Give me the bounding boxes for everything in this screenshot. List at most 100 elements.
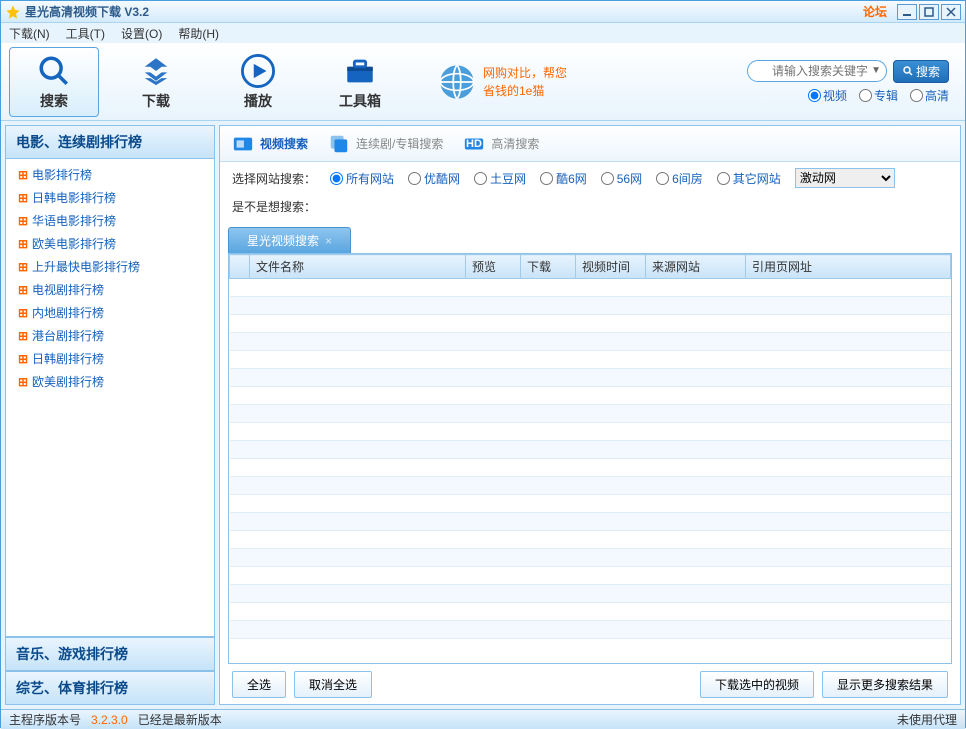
filter-6room[interactable]: 6间房 — [656, 170, 703, 187]
col-download[interactable]: 下载 — [521, 255, 576, 279]
search-button[interactable]: 搜索 — [893, 60, 949, 83]
video-search-icon — [232, 133, 254, 155]
results-tab[interactable]: 星光视频搜索 × — [228, 227, 351, 253]
subtab-series[interactable]: 连续剧/专辑搜索 — [328, 133, 443, 155]
table-row — [230, 279, 951, 297]
table-row — [230, 405, 951, 423]
toolbar-play[interactable]: 播放 — [213, 47, 303, 117]
search-icon — [36, 53, 72, 89]
table-row — [230, 495, 951, 513]
download-selected-button[interactable]: 下载选中的视频 — [700, 671, 814, 698]
search-type-album[interactable]: 专辑 — [859, 87, 898, 104]
filter-other[interactable]: 其它网站 — [717, 170, 781, 187]
col-source[interactable]: 来源网站 — [646, 255, 746, 279]
plus-icon: ⊞ — [18, 214, 28, 228]
sidebar-item[interactable]: ⊞华语电影排行榜 — [6, 209, 214, 232]
filter-tudou[interactable]: 土豆网 — [474, 170, 526, 187]
maximize-button[interactable] — [919, 4, 939, 20]
menu-settings[interactable]: 设置(O) — [121, 25, 162, 42]
sidebar-item[interactable]: ⊞电影排行榜 — [6, 163, 214, 186]
col-preview[interactable]: 预览 — [466, 255, 521, 279]
filter-all[interactable]: 所有网站 — [330, 170, 394, 187]
accordion-header-music[interactable]: 音乐、游戏排行榜 — [5, 637, 215, 671]
hd-search-icon: HD — [463, 133, 485, 155]
chevron-down-icon[interactable]: ▼ — [871, 65, 881, 76]
star-icon — [5, 4, 21, 20]
sidebar-item[interactable]: ⊞内地剧排行榜 — [6, 301, 214, 324]
plus-icon: ⊞ — [18, 329, 28, 343]
col-duration[interactable]: 视频时间 — [576, 255, 646, 279]
sidebar-item[interactable]: ⊞上升最快电影排行榜 — [6, 255, 214, 278]
promo-line2: 省钱的1e猫 — [483, 82, 567, 100]
menu-bar: 下载(N) 工具(T) 设置(O) 帮助(H) — [1, 23, 965, 43]
table-row — [230, 567, 951, 585]
sidebar-item[interactable]: ⊞欧美剧排行榜 — [6, 370, 214, 393]
plus-icon: ⊞ — [18, 352, 28, 366]
promo-line1: 网购对比，帮您 — [483, 64, 567, 82]
globe-icon — [437, 62, 477, 102]
sidebar-item[interactable]: ⊞日韩电影排行榜 — [6, 186, 214, 209]
menu-tools[interactable]: 工具(T) — [66, 25, 105, 42]
col-refpage[interactable]: 引用页网址 — [746, 255, 951, 279]
close-tab-icon[interactable]: × — [325, 234, 332, 248]
filter-row: 选择网站搜索： 所有网站 优酷网 土豆网 酷6网 56网 6间房 其它网站 激动… — [220, 162, 960, 194]
sidebar: 电影、连续剧排行榜 ⊞电影排行榜 ⊞日韩电影排行榜 ⊞华语电影排行榜 ⊞欧美电影… — [5, 125, 215, 705]
table-row — [230, 297, 951, 315]
results-grid: 文件名称 预览 下载 视频时间 来源网站 引用页网址 — [228, 253, 952, 664]
forum-link[interactable]: 论坛 — [863, 3, 887, 20]
table-row — [230, 333, 951, 351]
filter-ku6[interactable]: 酷6网 — [540, 170, 587, 187]
accordion-body-movies: ⊞电影排行榜 ⊞日韩电影排行榜 ⊞华语电影排行榜 ⊞欧美电影排行榜 ⊞上升最快电… — [5, 159, 215, 637]
toolbar-toolbox[interactable]: 工具箱 — [315, 47, 405, 117]
menu-help[interactable]: 帮助(H) — [178, 25, 219, 42]
plus-icon: ⊞ — [18, 306, 28, 320]
sidebar-item[interactable]: ⊞港台剧排行榜 — [6, 324, 214, 347]
search-btn-icon — [902, 65, 914, 77]
sidebar-item[interactable]: ⊞电视剧排行榜 — [6, 278, 214, 301]
search-input[interactable] — [747, 60, 887, 82]
table-row — [230, 459, 951, 477]
toolbar-download[interactable]: 下载 — [111, 47, 201, 117]
search-type-hd[interactable]: 高清 — [910, 87, 949, 104]
results-tab-head: 星光视频搜索 × — [228, 227, 952, 253]
subtab-video[interactable]: 视频搜索 — [232, 133, 308, 155]
menu-download[interactable]: 下载(N) — [9, 25, 50, 42]
table-row — [230, 603, 951, 621]
filter-dropdown[interactable]: 激动网 — [795, 168, 895, 188]
sidebar-item[interactable]: ⊞日韩剧排行榜 — [6, 347, 214, 370]
search-type-video[interactable]: 视频 — [808, 87, 847, 104]
promo-banner[interactable]: 网购对比，帮您 省钱的1e猫 — [437, 62, 567, 102]
status-version-label: 主程序版本号 — [9, 711, 81, 728]
minimize-button[interactable] — [897, 4, 917, 20]
plus-icon: ⊞ — [18, 260, 28, 274]
deselect-all-button[interactable]: 取消全选 — [294, 671, 372, 698]
accordion-header-variety[interactable]: 综艺、体育排行榜 — [5, 671, 215, 705]
col-filename[interactable]: 文件名称 — [250, 255, 466, 279]
search-box: ▼ 搜索 视频 专辑 高清 — [747, 60, 957, 104]
title-bar: 星光高清视频下载 V3.2 论坛 — [1, 1, 965, 23]
filter-label: 选择网站搜索： — [232, 170, 316, 187]
status-version: 3.2.3.0 — [91, 713, 128, 727]
content-panel: 视频搜索 连续剧/专辑搜索 HD 高清搜索 选择网站搜索： 所有网站 优酷网 土… — [219, 125, 961, 705]
subtab-hd[interactable]: HD 高清搜索 — [463, 133, 539, 155]
table-row — [230, 315, 951, 333]
plus-icon: ⊞ — [18, 375, 28, 389]
sidebar-item[interactable]: ⊞欧美电影排行榜 — [6, 232, 214, 255]
play-icon — [240, 53, 276, 89]
status-proxy: 未使用代理 — [897, 711, 957, 728]
close-button[interactable] — [941, 4, 961, 20]
accordion-header-movies[interactable]: 电影、连续剧排行榜 — [5, 125, 215, 159]
sub-tabs: 视频搜索 连续剧/专辑搜索 HD 高清搜索 — [220, 126, 960, 162]
show-more-button[interactable]: 显示更多搜索结果 — [822, 671, 948, 698]
toolbar-search[interactable]: 搜索 — [9, 47, 99, 117]
plus-icon: ⊞ — [18, 168, 28, 182]
table-row — [230, 477, 951, 495]
filter-youku[interactable]: 优酷网 — [408, 170, 460, 187]
plus-icon: ⊞ — [18, 237, 28, 251]
suggest-label: 是不是想搜索： — [220, 194, 960, 223]
table-row — [230, 513, 951, 531]
filter-56[interactable]: 56网 — [601, 170, 642, 187]
table-row — [230, 549, 951, 567]
col-checkbox[interactable] — [230, 255, 250, 279]
select-all-button[interactable]: 全选 — [232, 671, 286, 698]
